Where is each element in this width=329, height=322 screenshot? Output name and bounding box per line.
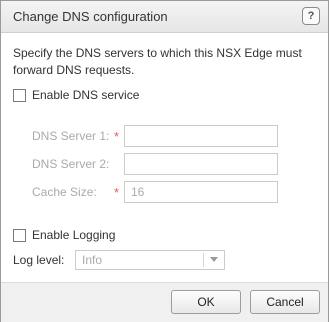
cache-size-required-mark: * (114, 185, 120, 200)
enable-logging-checkbox[interactable] (13, 228, 26, 242)
dns-config-dialog: Change DNS configuration ? Specify the D… (0, 0, 329, 322)
select-divider (203, 253, 204, 267)
cache-size-input[interactable]: 16 (124, 181, 278, 203)
enable-dns-checkbox[interactable] (13, 88, 26, 102)
help-icon[interactable]: ? (302, 7, 320, 25)
dialog-description: Specify the DNS servers to which this NS… (13, 46, 302, 77)
log-level-value: Info (82, 253, 103, 267)
dns-server-1-required-mark: * (114, 129, 120, 144)
enable-logging-label: Enable Logging (32, 228, 116, 242)
enable-dns-label: Enable DNS service (32, 88, 140, 102)
cache-size-label: Cache Size: (32, 185, 97, 199)
chevron-down-icon[interactable] (210, 257, 218, 262)
enable-dns-checkbox-row[interactable]: Enable DNS service (13, 88, 139, 102)
dns-server-2-label: DNS Server 2: (32, 157, 110, 171)
log-level-label: Log level: (13, 253, 65, 267)
dialog-title: Change DNS configuration (13, 9, 168, 24)
dns-server-2-input[interactable] (124, 153, 278, 175)
cancel-button[interactable]: Cancel (250, 290, 320, 314)
dialog-footer: OK Cancel (1, 282, 328, 322)
ok-button[interactable]: OK (171, 290, 241, 314)
log-level-select[interactable]: Info (75, 250, 225, 270)
enable-logging-checkbox-row[interactable]: Enable Logging (13, 228, 115, 242)
dns-server-1-label: DNS Server 1: (32, 129, 110, 143)
dialog-titlebar: Change DNS configuration ? (1, 1, 328, 33)
dns-server-1-input[interactable] (124, 125, 278, 147)
